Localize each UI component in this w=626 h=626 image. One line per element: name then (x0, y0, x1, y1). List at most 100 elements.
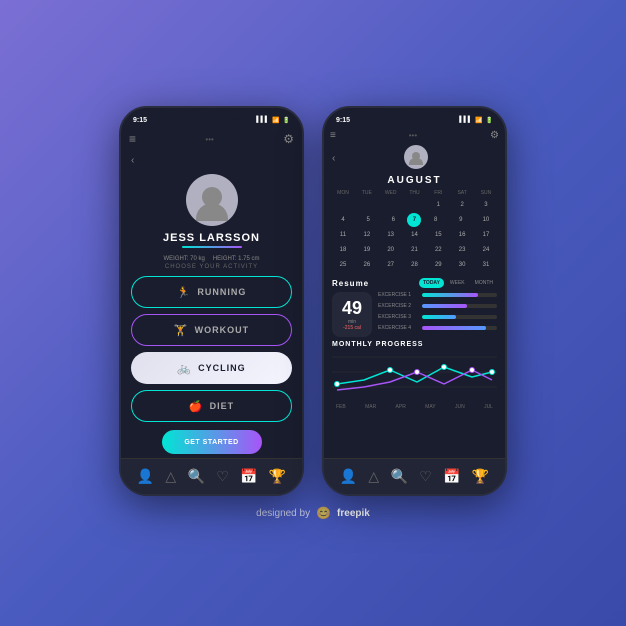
cal-day-19[interactable]: 19 (356, 243, 378, 257)
user-weight: WEIGHT: 70 kg (163, 256, 204, 262)
nav2-calendar-icon[interactable]: 📅 (443, 468, 460, 485)
phone2-main: AUGUST MON TUE WED THU FRI SAT SUN (324, 175, 505, 397)
cal-day-11[interactable]: 11 (332, 228, 354, 242)
cal-day-25[interactable]: 25 (332, 258, 354, 272)
tab-month[interactable]: MONTH (471, 278, 497, 288)
phone2-bottom-nav: 👤 △ 🔍 ♡ 📅 🏆 (324, 458, 505, 494)
back2-icon[interactable]: ‹ (332, 153, 335, 164)
cal-day-21[interactable]: 21 (403, 243, 425, 257)
month-may: MAY (425, 404, 435, 410)
menu2-icon[interactable]: ≡ (330, 130, 336, 141)
menu-icon[interactable]: ≡ (129, 132, 136, 146)
resume-section: Resume TODAY WEEK MONTH 49 min -215 cal (332, 278, 497, 337)
nav-calendar-icon[interactable]: 📅 (240, 468, 257, 485)
cal-day-5[interactable]: 5 (357, 213, 379, 227)
prog-bar-bg-1 (422, 293, 497, 297)
cal-day-7-today[interactable]: 7 (407, 213, 421, 227)
cycling-btn[interactable]: 🚲 CYCLING (131, 352, 292, 384)
get-started-btn[interactable]: GET STARTED (162, 430, 262, 454)
workout-btn[interactable]: 🏋 WORKOUT (131, 314, 292, 346)
prog-bar-fill-1 (422, 293, 478, 297)
phone2-time: 9:15 (336, 117, 350, 124)
user-height: HEIGHT: 1.75 cm (213, 256, 260, 262)
prog-bar-bg-2 (422, 304, 497, 308)
running-btn[interactable]: 🏃 RUNNING (131, 276, 292, 308)
calendar: MON TUE WED THU FRI SAT SUN 1 2 3 (332, 190, 497, 272)
cal-day-17[interactable]: 17 (475, 228, 497, 242)
cal-day-6[interactable]: 6 (382, 213, 404, 227)
prog-bar-fill-2 (422, 304, 467, 308)
nav-profile-icon[interactable]: 👤 (137, 468, 154, 485)
tab-week[interactable]: WEEK (446, 278, 469, 288)
more2-icon[interactable]: ••• (409, 131, 417, 140)
cal-day-26[interactable]: 26 (356, 258, 378, 272)
back-arrow[interactable]: ‹ (121, 150, 302, 170)
cal-day-31[interactable]: 31 (475, 258, 497, 272)
prog-row-3: EXCERCISE 3 (378, 314, 497, 320)
cal-week3: 11 12 13 14 15 16 17 (332, 228, 497, 242)
nav2-activity-icon[interactable]: △ (368, 468, 379, 485)
nav-search-icon[interactable]: 🔍 (188, 468, 205, 485)
cal-day-4[interactable]: 4 (332, 213, 354, 227)
cal-day-9[interactable]: 9 (450, 213, 472, 227)
phone1-time: 9:15 (133, 117, 147, 124)
cal-day-2[interactable]: 2 (451, 198, 473, 212)
nav2-profile-icon[interactable]: 👤 (340, 468, 357, 485)
tab-today[interactable]: TODAY (419, 278, 444, 288)
cal-day-10[interactable]: 10 (475, 213, 497, 227)
cal-empty (380, 198, 402, 212)
nav-trophy-icon[interactable]: 🏆 (269, 468, 286, 485)
prog-row-1: EXCERCISE 1 (378, 292, 497, 298)
cal-day-28[interactable]: 28 (403, 258, 425, 272)
nav-activity-icon[interactable]: △ (165, 468, 176, 485)
month-feb: FEB (336, 404, 346, 410)
cycling-icon: 🚲 (177, 362, 192, 375)
day-thu: THU (403, 190, 425, 196)
settings-icon[interactable]: ⚙ (283, 132, 294, 146)
designed-by-text: designed by (256, 508, 310, 519)
cal-day-20[interactable]: 20 (380, 243, 402, 257)
cal-day-30[interactable]: 30 (451, 258, 473, 272)
calendar-header: MON TUE WED THU FRI SAT SUN (332, 190, 497, 196)
diet-btn[interactable]: 🍎 DIET (131, 390, 292, 422)
cal-day-13[interactable]: 13 (380, 228, 402, 242)
stats-cal: -215 cal (340, 325, 364, 331)
avatar-container (121, 174, 302, 226)
phone2: 9:15 ▌▌▌ 📶 🔋 ≡ ••• ⚙ ‹ AUGUST (322, 106, 507, 496)
progress-chart (332, 352, 497, 397)
avatar2-body (409, 158, 423, 165)
settings2-icon[interactable]: ⚙ (490, 130, 499, 141)
nav2-heart-icon[interactable]: ♡ (419, 468, 432, 485)
cal-day-14[interactable]: 14 (403, 228, 425, 242)
cal-day-1[interactable]: 1 (427, 198, 449, 212)
cal-day-29[interactable]: 29 (427, 258, 449, 272)
prog-label-2: EXCERCISE 2 (378, 303, 418, 309)
phone2-header: ≡ ••• ⚙ (324, 128, 505, 143)
cal-week1: 1 2 3 (332, 198, 497, 212)
prog-bar-fill-4 (422, 326, 486, 330)
cal-day-12[interactable]: 12 (356, 228, 378, 242)
cal-day-15[interactable]: 15 (427, 228, 449, 242)
cal-day-23[interactable]: 23 (451, 243, 473, 257)
user-stats: WEIGHT: 70 kg HEIGHT: 1.75 cm (131, 256, 292, 262)
prog-bar-bg-4 (422, 326, 497, 330)
diet-label: DIET (210, 401, 235, 411)
more-icon[interactable]: ••• (205, 135, 213, 144)
cal-day-3[interactable]: 3 (475, 198, 497, 212)
cal-day-27[interactable]: 27 (380, 258, 402, 272)
cal-empty (356, 198, 378, 212)
cal-day-24[interactable]: 24 (475, 243, 497, 257)
nav-heart-icon[interactable]: ♡ (216, 468, 229, 485)
cal-day-8[interactable]: 8 (425, 213, 447, 227)
cal-day-22[interactable]: 22 (427, 243, 449, 257)
cal-day-18[interactable]: 18 (332, 243, 354, 257)
nav2-trophy-icon[interactable]: 🏆 (472, 468, 489, 485)
monthly-progress-section: MONTHLY PROGRESS (332, 341, 497, 397)
month-label: AUGUST (332, 175, 497, 186)
nav2-search-icon[interactable]: 🔍 (391, 468, 408, 485)
prog-bar-bg-3 (422, 315, 497, 319)
phone1: 9:15 ▌▌▌ 📶 🔋 ≡ ••• ⚙ ‹ (119, 106, 304, 496)
cal-empty (403, 198, 425, 212)
cal-day-16[interactable]: 16 (451, 228, 473, 242)
battery-icon: 🔋 (283, 117, 290, 124)
